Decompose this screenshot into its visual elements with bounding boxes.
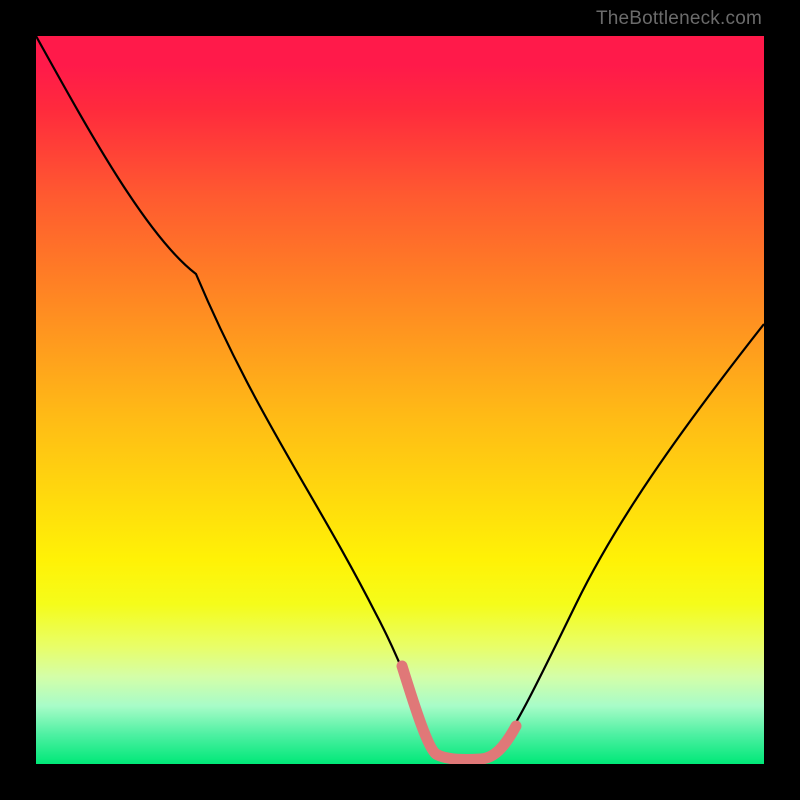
watermark-text: TheBottleneck.com — [596, 8, 762, 30]
bottleneck-curve — [36, 36, 764, 760]
bottleneck-zone-highlight — [402, 666, 516, 759]
chart-svg — [36, 36, 764, 764]
plot-area — [36, 36, 764, 764]
